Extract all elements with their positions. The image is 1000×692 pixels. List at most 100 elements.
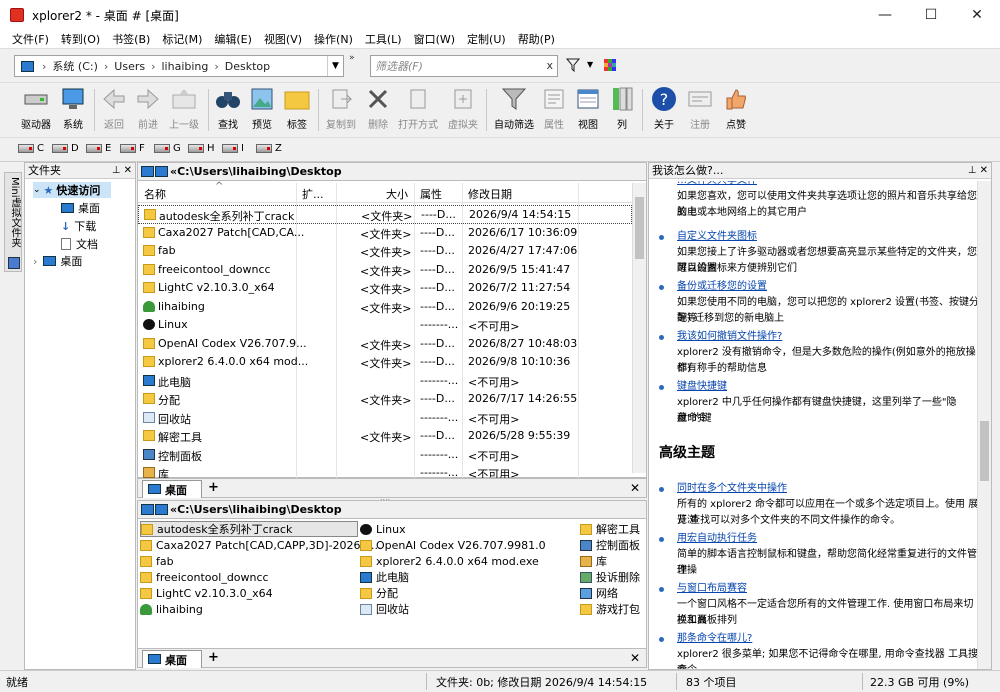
menu-bookmarks[interactable]: 书签(B) [106,31,156,47]
tree-item-documents[interactable]: 文档 [61,236,98,252]
column-ext[interactable]: 扩... [302,186,324,202]
back-button[interactable]: 返回 [100,85,128,135]
grid-item[interactable]: 网络 [580,585,618,601]
virtual-folder-button[interactable]: 虚拟夹 [446,85,480,135]
grid-item[interactable]: fab [140,553,174,569]
chevron-right-icon[interactable]: › [33,255,37,268]
grid-item[interactable]: LightC v2.10.3.0_x64 [140,585,273,601]
open-with-button[interactable]: 打开方式 [396,85,440,135]
like-button[interactable]: 点赞 [722,85,750,135]
table-row[interactable]: freeicontool_downcc <文件夹> ----D... 2026/9/5… [138,261,632,280]
help-link[interactable]: 自定义文件夹图标 [677,229,757,245]
table-row[interactable]: fab <文件夹> ----D... 2026/4/27 17:47:06 [138,242,632,261]
column-size[interactable]: 大小 [386,186,408,202]
drive-i-button[interactable]: I [222,143,244,154]
maximize-button[interactable]: ☐ [908,0,954,30]
new-tab-button[interactable]: + [208,650,219,665]
close-tab-button[interactable]: ✕ [630,651,640,665]
toolbar-overflow-chevron[interactable]: » [349,53,355,63]
drive-z-button[interactable]: Z [256,143,282,154]
grid-item[interactable]: freeicontool_downcc [140,569,269,585]
drive-h-button[interactable]: H [188,143,215,154]
chevron-down-icon[interactable]: ▼ [327,56,343,76]
pane-path[interactable]: «C:\Users\lihaibing\Desktop [138,163,646,181]
chevron-down-icon[interactable]: ▼ [587,60,593,69]
grid-item[interactable]: 回收站 [360,601,409,617]
filter-input[interactable]: 筛选器(F) x [370,55,558,77]
menu-file[interactable]: 文件(F) [6,31,55,47]
help-link[interactable]: 键盘快捷键 [677,379,727,395]
help-link[interactable]: 用宏自动执行任务 [677,531,757,547]
close-tab-button[interactable]: ✕ [630,481,640,495]
menu-tools[interactable]: 工具(L) [359,31,408,47]
grid-item[interactable]: 分配 [360,585,398,601]
grid-item[interactable]: 解密工具 [580,521,640,537]
menu-actions[interactable]: 操作(N) [308,31,359,47]
table-row[interactable]: lihaibing <文件夹> ----D... 2026/9/6 20:19:25 [138,298,632,317]
breadcrumb-desktop[interactable]: Desktop [225,60,270,73]
pane-pin-close[interactable]: ⊥ ✕ [112,163,132,178]
tag-button[interactable]: 标签 [282,85,312,135]
menu-goto[interactable]: 转到(O) [55,31,106,47]
grid-item[interactable]: Linux [360,521,406,537]
vertical-scrollbar[interactable] [632,183,646,473]
delete-button[interactable]: 删除 [364,85,392,135]
pane-pin-close[interactable]: ⊥ ✕ [968,163,988,178]
table-row[interactable]: 分配 <文件夹> ----D... 2026/7/17 14:26:55 [138,390,632,409]
drive-g-button[interactable]: G [154,143,181,154]
view-button[interactable]: 视图 [574,85,602,135]
column-attr[interactable]: 属性 [420,186,442,202]
pane-path[interactable]: «C:\Users\lihaibing\Desktop [138,501,646,519]
color-grid-icon[interactable] [604,59,616,71]
address-bar[interactable]: › 系统 (C:) › Users › lihaibing › Desktop … [14,55,344,77]
close-button[interactable]: ✕ [954,0,1000,30]
drive-d-button[interactable]: D [52,143,79,154]
help-link[interactable]: 同时在多个文件夹中操作 [677,481,787,497]
mini-virtual-folder-tab[interactable]: Mini虚拟文件夹 [4,172,22,272]
preview-button[interactable]: 预览 [248,85,276,135]
properties-button[interactable]: 属性 [540,85,568,135]
breadcrumb-drive[interactable]: 系统 (C:) [52,58,97,74]
forward-button[interactable]: 前进 [134,85,162,135]
table-row[interactable]: 此电脑 -------... <不可用> [138,372,632,391]
system-button[interactable]: 系统 [58,85,88,135]
tree-item-quick-access[interactable]: ⌄ ★ 快速访问 [33,182,111,198]
up-button[interactable]: 上一级 [166,85,202,135]
tree-item-desktop[interactable]: 桌面 [61,200,100,216]
help-link-partial[interactable]: …文件夹共享文件 [677,181,757,189]
drive-c-button[interactable]: C [18,143,44,154]
grid-item[interactable]: xplorer2 6.4.0.0 x64 mod.exe [360,553,539,569]
help-link[interactable]: 备份或迁移您的设置 [677,279,767,295]
table-row[interactable]: Caxa2027 Patch[CAD,CA... <文件夹> ----D... 202… [138,224,632,243]
grid-item[interactable]: OpenAI Codex V26.707.9981.0 [360,537,546,553]
menu-customize[interactable]: 定制(U) [461,31,512,47]
breadcrumb-users[interactable]: Users [114,60,145,73]
columns-button[interactable]: 列 [608,85,636,135]
about-button[interactable]: ? 关于 [648,85,680,135]
tab-desktop[interactable]: 桌面 [142,650,202,668]
menu-window[interactable]: 窗口(W) [408,31,461,47]
menu-mark[interactable]: 标记(M) [156,31,208,47]
grid-item[interactable]: 此电脑 [360,569,409,585]
copy-to-button[interactable]: 复制到 [324,85,358,135]
find-button[interactable]: 查找 [214,85,242,135]
drive-f-button[interactable]: F [120,143,145,154]
menu-help[interactable]: 帮助(P) [512,31,561,47]
drives-button[interactable]: 驱动器 [18,85,54,135]
grid-item[interactable]: 库 [580,553,607,569]
tree-item-desktop-root[interactable]: › 桌面 [33,253,82,269]
tree-item-downloads[interactable]: ↓ 下载 [61,218,96,234]
help-link[interactable]: 那条命令在哪儿? [677,631,752,647]
table-row[interactable]: 回收站 -------... <不可用> [138,409,632,428]
breadcrumb-user[interactable]: lihaibing [162,60,209,73]
menu-edit[interactable]: 编辑(E) [208,31,258,47]
table-row[interactable]: OpenAI Codex V26.707.9... <文件夹> ----D... 20… [138,335,632,354]
table-row[interactable]: LightC v2.10.3.0_x64 <文件夹> ----D... 2026/7/… [138,279,632,298]
grid-item[interactable]: 游戏打包 [580,601,640,617]
grid-item[interactable]: autodesk全系列补丁crack [140,521,358,537]
grid-item[interactable]: lihaibing [140,601,203,617]
table-row[interactable]: 控制面板 -------... <不可用> [138,446,632,465]
table-row[interactable]: Linux -------... <不可用> [138,316,632,335]
column-name[interactable]: 名称 [144,186,166,202]
register-button[interactable]: 注册 [684,85,716,135]
